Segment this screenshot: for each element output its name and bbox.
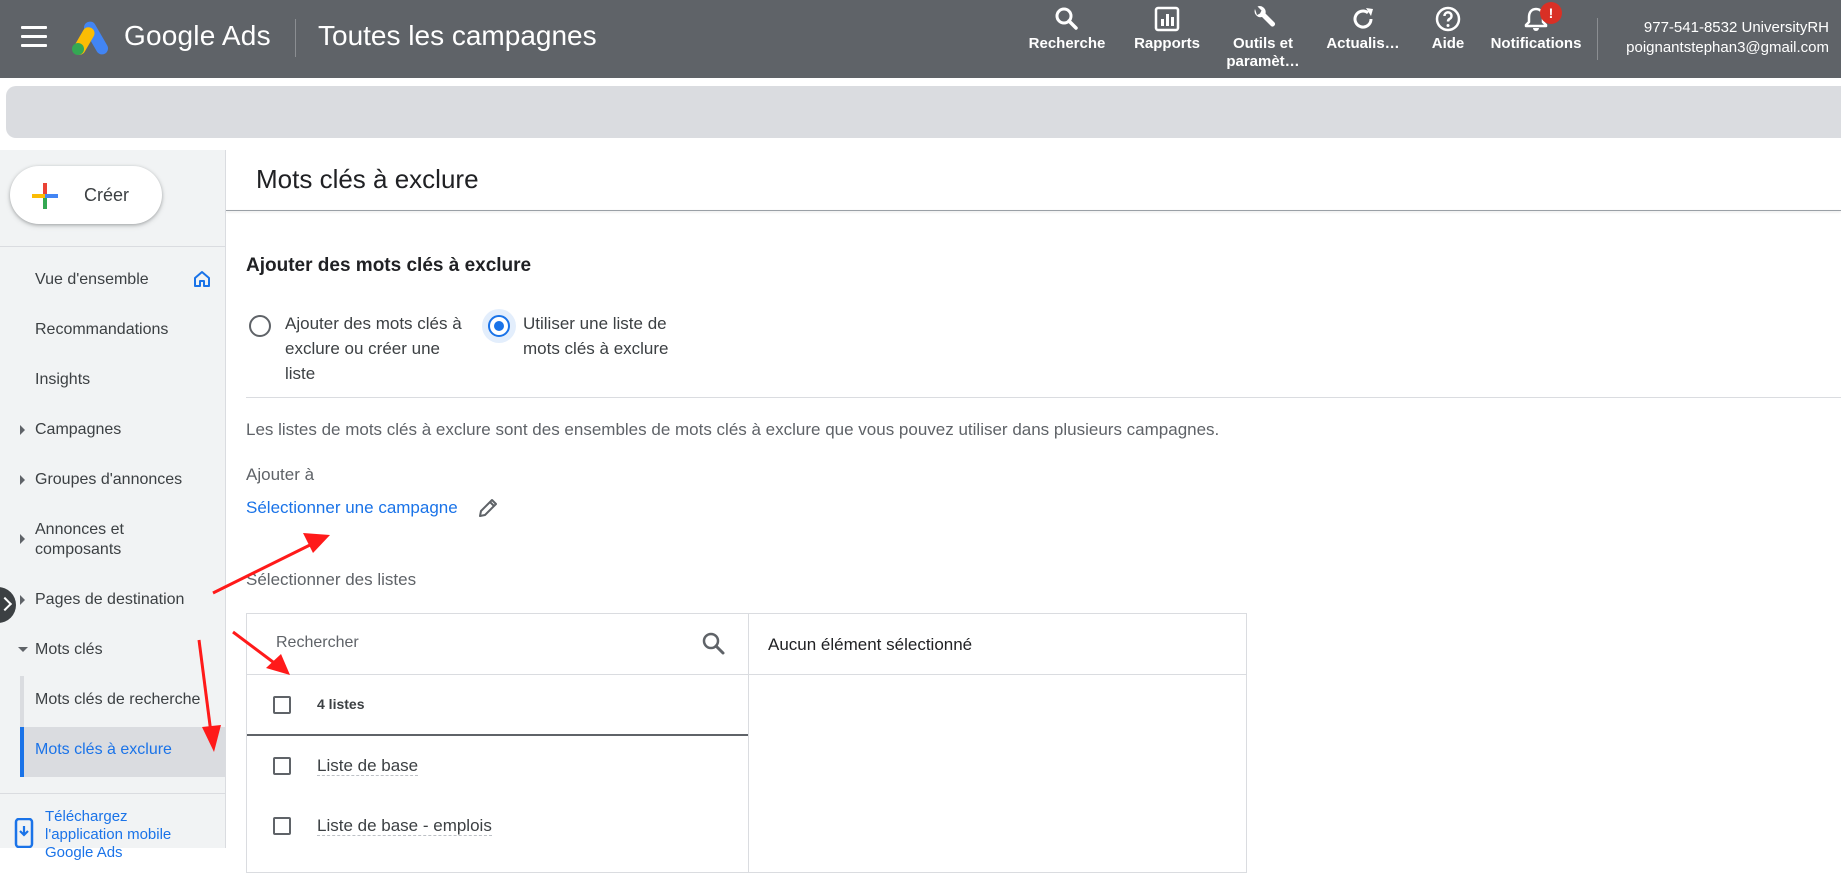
app-promo-line3: Google Ads	[45, 844, 123, 861]
account-email: poignantstephan3@gmail.com	[1626, 39, 1829, 56]
sidebar-item-ads-label-line1: Annonces et	[35, 521, 124, 538]
section-title: Ajouter des mots clés à exclure	[246, 255, 532, 276]
chevron-right-icon	[0, 596, 13, 612]
create-button[interactable]: Créer	[10, 166, 162, 224]
sidebar-item-search-keywords[interactable]: Mots clés de recherche	[35, 690, 225, 710]
collapse-sidebar-button[interactable]	[0, 587, 16, 623]
radio-option2-line2: mots clés à exclure	[523, 339, 669, 358]
negative-lists-description: Les listes de mots clés à exclure sont d…	[246, 420, 1220, 439]
tools-button-label-line1: Outils et	[1232, 35, 1293, 52]
brand-name: Google Ads	[124, 20, 271, 51]
search-icon[interactable]	[701, 631, 727, 657]
notifications-button-label: Notifications	[1490, 35, 1582, 52]
sidebar-bottom-divider	[0, 793, 225, 794]
lists-count-label: 4 listes	[317, 696, 365, 712]
reports-button[interactable]: Rapports	[1127, 6, 1207, 53]
sidebar-item-recommendations[interactable]: Recommandations	[35, 320, 168, 340]
refresh-button[interactable]: Actualis…	[1322, 6, 1404, 53]
sidebar-item-insights[interactable]: Insights	[35, 370, 90, 390]
radio-add-or-create-list-label[interactable]: Ajouter des mots clés à exclure ou créer…	[285, 311, 462, 386]
wrench-icon	[1254, 6, 1275, 27]
page-title: Mots clés à exclure	[256, 164, 479, 194]
radio-option1-line3: liste	[285, 364, 316, 383]
list-row-name: Liste de base	[317, 756, 419, 776]
expand-campaigns-icon[interactable]	[20, 425, 25, 435]
negative-lists-picker: 4 listes Liste de base Liste de base - e…	[246, 613, 1247, 873]
account-id-name: 977-541-8532 UniversityRH	[1643, 19, 1829, 36]
section-divider	[246, 397, 1841, 398]
page-heading: Toutes les campagnes	[318, 20, 597, 51]
pencil-edit-icon[interactable]	[476, 496, 500, 520]
title-divider	[226, 210, 1841, 211]
search-button-label: Recherche	[1028, 35, 1106, 52]
list-header-divider	[247, 734, 748, 736]
help-button[interactable]: Aide	[1420, 6, 1476, 53]
sidebar-item-ad-groups[interactable]: Groupes d'annonces	[35, 470, 182, 490]
radio-option1-line2: exclure ou créer une	[285, 339, 440, 358]
sidebar-item-ads-label-line2: composants	[35, 541, 122, 558]
sidebar-item-keywords[interactable]: Mots clés	[35, 640, 103, 660]
help-icon	[1435, 6, 1461, 32]
download-mobile-app-link[interactable]: Téléchargez l'application mobile Google …	[45, 808, 171, 862]
header-divider-right	[1597, 18, 1598, 60]
mobile-phone-icon	[14, 818, 34, 848]
expand-ads-icon[interactable]	[20, 534, 25, 544]
main-menu-icon[interactable]	[21, 26, 47, 48]
select-lists-label: Sélectionner des listes	[246, 570, 417, 589]
header-divider	[295, 19, 296, 57]
home-icon	[194, 271, 210, 287]
expand-ad-groups-icon[interactable]	[20, 475, 25, 485]
reports-icon	[1154, 6, 1180, 32]
app-promo-line2: l'application mobile	[45, 826, 172, 843]
collapse-keywords-icon[interactable]	[18, 647, 28, 652]
create-button-label: Créer	[84, 185, 130, 205]
search-button[interactable]: Recherche	[1027, 6, 1107, 53]
search-icon	[1055, 7, 1078, 30]
notifications-button[interactable]: ! Notifications	[1488, 2, 1584, 53]
list-row-label[interactable]: Liste de base	[317, 756, 419, 776]
loading-banner-strip	[6, 86, 1841, 138]
tools-settings-button[interactable]: Outils et paramèt…	[1222, 6, 1304, 71]
radio-option2-line1: Utiliser une liste de	[523, 314, 667, 333]
picker-column-divider	[748, 614, 749, 872]
radio-option1-line1: Ajouter des mots clés à	[285, 314, 462, 333]
help-button-label: Aide	[1431, 35, 1465, 52]
list-row-label[interactable]: Liste de base - emplois	[317, 816, 492, 836]
expand-landing-pages-icon[interactable]	[20, 595, 25, 605]
radio-use-negative-list[interactable]	[488, 315, 510, 337]
app-promo-line1: Téléchargez	[45, 808, 128, 825]
select-campaign-link[interactable]: Sélectionner une campagne	[246, 498, 458, 518]
active-item-indicator	[20, 727, 24, 777]
sidebar-item-negative-keywords[interactable]: Mots clés à exclure	[35, 740, 172, 760]
sidebar-divider	[0, 246, 225, 247]
sidebar-item-ads-assets[interactable]: Annonces et composants	[35, 520, 124, 560]
tools-button-label-line2: paramèt…	[1226, 53, 1300, 70]
no-selection-label: Aucun élément sélectionné	[768, 635, 973, 654]
account-switcher[interactable]: 977-541-8532 UniversityRH poignantstepha…	[1626, 18, 1829, 58]
refresh-button-label: Actualis…	[1326, 35, 1400, 52]
list-row-name: Liste de base - emplois	[317, 816, 492, 836]
radio-add-or-create-list[interactable]	[249, 315, 271, 337]
select-all-checkbox[interactable]	[273, 696, 291, 714]
refresh-icon	[1353, 8, 1373, 29]
notification-alert-badge: !	[1540, 2, 1562, 24]
top-app-bar: Google Ads Toutes les campagnes Recherch…	[0, 0, 1841, 78]
sidebar-item-landing-pages[interactable]: Pages de destination	[35, 590, 184, 610]
google-ads-logo[interactable]	[70, 20, 112, 56]
plus-icon	[32, 183, 58, 209]
picker-header-divider	[247, 674, 1246, 675]
sidebar-item-overview[interactable]: Vue d'ensemble	[35, 270, 149, 290]
sidebar-item-campaigns[interactable]: Campagnes	[35, 420, 121, 440]
list-row-checkbox[interactable]	[273, 817, 291, 835]
radio-use-negative-list-label[interactable]: Utiliser une liste de mots clés à exclur…	[523, 311, 669, 361]
list-row-checkbox[interactable]	[273, 757, 291, 775]
reports-button-label: Rapports	[1134, 35, 1200, 52]
list-search-input[interactable]	[276, 634, 676, 652]
add-to-label: Ajouter à	[246, 465, 315, 484]
main-panel-divider	[225, 150, 226, 848]
sidebar-nav: Créer Vue d'ensemble Recommandations Ins…	[0, 150, 225, 861]
